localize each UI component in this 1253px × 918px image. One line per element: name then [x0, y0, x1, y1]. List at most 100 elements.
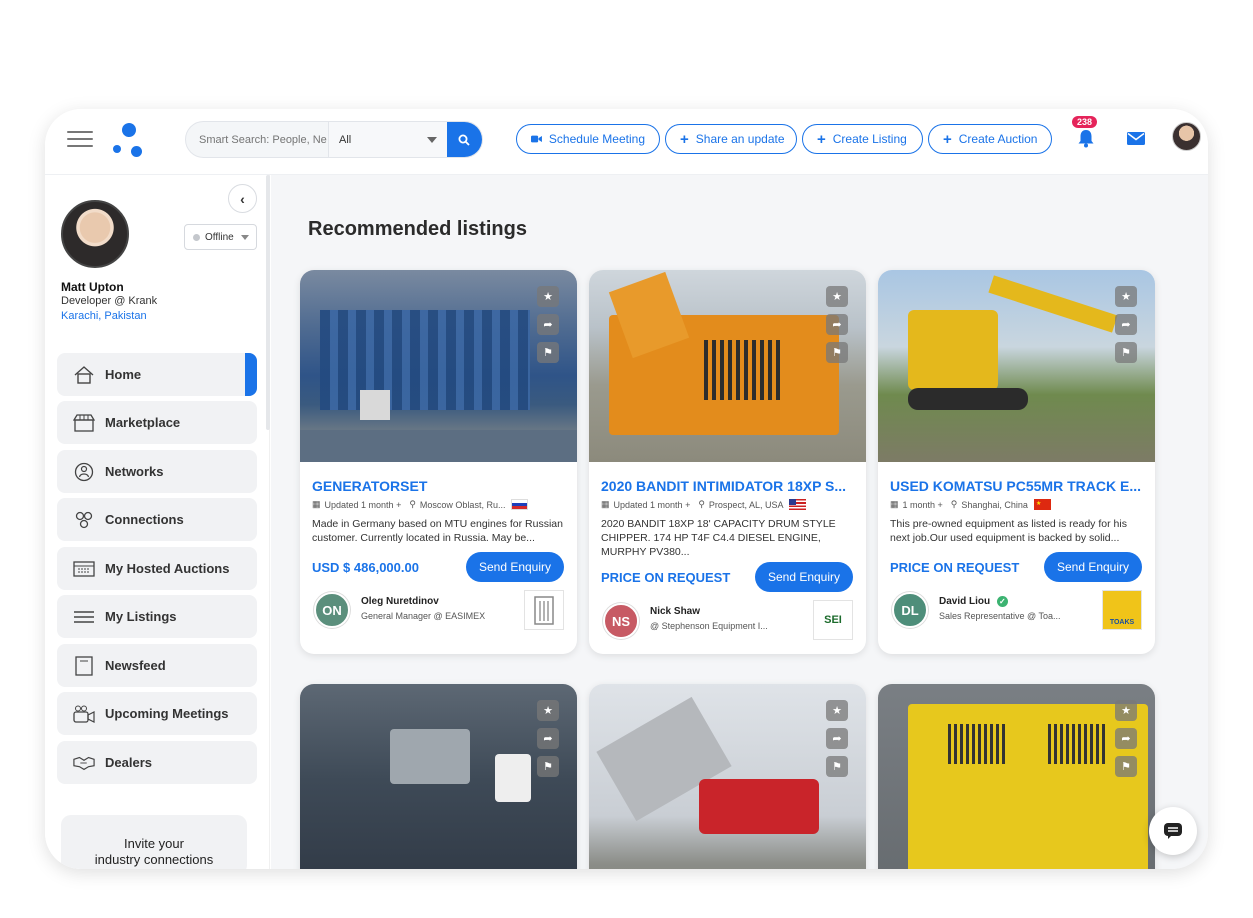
company-logo[interactable]: TOAKS — [1102, 590, 1142, 630]
flag-icon[interactable]: ⚑ — [1115, 342, 1137, 363]
seller-name[interactable]: David Liou ✓ — [939, 596, 1008, 607]
schedule-meeting-button[interactable]: Schedule Meeting — [516, 124, 660, 154]
listing-meta: ▦ Updated 1 month + ⚲ Moscow Oblast, Ru.… — [312, 499, 529, 510]
share-icon[interactable]: ➦ — [1115, 728, 1137, 749]
seller-name[interactable]: Nick Shaw — [650, 606, 700, 617]
create-listing-label: Create Listing — [832, 132, 907, 146]
listing-image[interactable]: ★ ➦ ⚑ — [878, 270, 1155, 462]
search-icon — [458, 134, 470, 146]
star-icon[interactable]: ★ — [537, 700, 559, 721]
seller-avatar[interactable]: DL — [892, 592, 928, 628]
listing-actions: ★ ➦ ⚑ — [826, 286, 848, 363]
send-enquiry-button[interactable]: Send Enquiry — [1044, 552, 1142, 582]
listing-description: 2020 BANDIT 18XP 18' CAPACITY DRUM STYLE… — [601, 518, 836, 558]
share-update-button[interactable]: + Share an update — [665, 124, 797, 154]
create-auction-button[interactable]: + Create Auction — [928, 124, 1052, 154]
seller-avatar[interactable]: ON — [314, 592, 350, 628]
sidebar-scrollbar[interactable] — [266, 175, 270, 430]
sidebar-item-my-listings[interactable]: My Listings — [57, 595, 257, 638]
company-logo[interactable]: SEI — [813, 600, 853, 640]
listing-card[interactable]: ★ ➦ ⚑ — [300, 684, 577, 869]
company-logo[interactable] — [524, 590, 564, 630]
listing-card[interactable]: ★ ➦ ⚑ GENERATORSET ▦ Updated 1 month + ⚲… — [300, 270, 577, 654]
search-button[interactable] — [446, 122, 482, 157]
share-icon[interactable]: ➦ — [537, 728, 559, 749]
seller-role: Sales Representative @ Toa... — [939, 611, 1061, 621]
sidebar-item-my-hosted-auctions[interactable]: My Hosted Auctions — [57, 547, 257, 590]
flag-icon[interactable]: ⚑ — [1115, 756, 1137, 777]
listing-price: USD $ 486,000.00 — [312, 560, 419, 575]
listing-card[interactable]: ★ ➦ ⚑ — [589, 684, 866, 869]
sidebar-item-dealers[interactable]: Dealers — [57, 741, 257, 784]
flag-icon[interactable]: ⚑ — [537, 756, 559, 777]
menu-icon[interactable] — [67, 131, 93, 149]
flag-icon[interactable]: ⚑ — [826, 342, 848, 363]
sidebar-item-upcoming-meetings[interactable]: Upcoming Meetings — [57, 692, 257, 735]
app-logo[interactable] — [111, 123, 145, 159]
sidebar-item-newsfeed[interactable]: Newsfeed — [57, 644, 257, 687]
listing-location: Shanghai, China — [961, 499, 1028, 510]
mail-icon[interactable] — [1127, 132, 1145, 145]
search-input[interactable] — [186, 122, 328, 157]
listing-actions: ★ ➦ ⚑ — [537, 286, 559, 363]
seller-name[interactable]: Oleg Nuretdinov — [361, 596, 439, 607]
invite-connections-card[interactable]: Invite your industry connections — [61, 815, 247, 869]
listing-card[interactable]: ★ ➦ ⚑ USED KOMATSU PC55MR TRACK E... ▦ 1… — [878, 270, 1155, 654]
listing-updated: Updated 1 month + — [613, 499, 691, 510]
bell-icon[interactable] — [1077, 129, 1095, 148]
seller-avatar[interactable]: NS — [603, 603, 639, 639]
share-icon[interactable]: ➦ — [826, 728, 848, 749]
listing-price: PRICE ON REQUEST — [601, 570, 731, 585]
listing-image[interactable]: ★ ➦ ⚑ — [589, 684, 866, 869]
listing-meta: ▦ 1 month + ⚲ Shanghai, China ★ — [890, 499, 1051, 510]
profile-name[interactable]: Matt Upton — [61, 280, 124, 294]
chat-button[interactable] — [1149, 807, 1197, 855]
seller-role: @ Stephenson Equipment I... — [650, 621, 768, 631]
sidebar-item-marketplace[interactable]: Marketplace — [57, 401, 257, 444]
sidebar-item-networks[interactable]: Networks — [57, 450, 257, 493]
star-icon[interactable]: ★ — [537, 286, 559, 307]
listing-actions: ★ ➦ ⚑ — [1115, 286, 1137, 363]
status-dot-icon — [193, 233, 200, 241]
listing-image[interactable]: ★ ➦ ⚑ — [589, 270, 866, 462]
share-icon[interactable]: ➦ — [537, 314, 559, 335]
star-icon[interactable]: ★ — [826, 286, 848, 307]
location-pin-icon: ⚲ — [409, 499, 416, 509]
listing-title[interactable]: USED KOMATSU PC55MR TRACK E... — [890, 478, 1143, 494]
status-select[interactable]: Offline — [184, 224, 257, 250]
share-icon[interactable]: ➦ — [826, 314, 848, 335]
listing-image[interactable]: ★ ➦ ⚑ — [878, 684, 1155, 869]
sidebar-item-label: My Hosted Auctions — [105, 561, 230, 576]
collapse-sidebar-button[interactable]: ‹ — [228, 184, 257, 213]
listing-title[interactable]: 2020 BANDIT INTIMIDATOR 18XP S... — [601, 478, 854, 494]
profile-avatar[interactable] — [61, 200, 129, 268]
location-pin-icon: ⚲ — [950, 499, 958, 509]
star-icon[interactable]: ★ — [1115, 700, 1137, 721]
listing-image[interactable]: ★ ➦ ⚑ — [300, 270, 577, 462]
sidebar: ‹ Offline Matt Upton Developer @ Krank K… — [45, 175, 270, 869]
star-icon[interactable]: ★ — [1115, 286, 1137, 307]
share-icon[interactable]: ➦ — [1115, 314, 1137, 335]
send-enquiry-button[interactable]: Send Enquiry — [466, 552, 564, 582]
sidebar-item-connections[interactable]: Connections — [57, 498, 257, 541]
sidebar-item-label: Connections — [105, 512, 184, 527]
listing-location: Prospect, AL, USA — [708, 499, 784, 510]
send-enquiry-button[interactable]: Send Enquiry — [755, 562, 853, 592]
russia-flag-icon — [511, 499, 529, 510]
star-icon[interactable]: ★ — [826, 700, 848, 721]
seller-role: General Manager @ EASIMEX — [361, 611, 486, 621]
usa-flag-icon — [789, 499, 807, 510]
flag-icon[interactable]: ⚑ — [826, 756, 848, 777]
flag-icon[interactable]: ⚑ — [537, 342, 559, 363]
create-listing-button[interactable]: + Create Listing — [802, 124, 923, 154]
listing-card[interactable]: ★ ➦ ⚑ — [878, 684, 1155, 869]
listing-card[interactable]: ★ ➦ ⚑ 2020 BANDIT INTIMIDATOR 18XP S... … — [589, 270, 866, 654]
auction-icon — [73, 559, 95, 579]
sidebar-item-home[interactable]: Home — [57, 353, 257, 396]
user-avatar[interactable] — [1172, 122, 1201, 151]
listing-title[interactable]: GENERATORSET — [312, 478, 565, 494]
listing-image[interactable]: ★ ➦ ⚑ — [300, 684, 577, 869]
search-scope-select[interactable]: All — [328, 122, 447, 157]
notification-badge: 238 — [1072, 116, 1098, 128]
seller-name-text: David Liou — [939, 596, 991, 607]
